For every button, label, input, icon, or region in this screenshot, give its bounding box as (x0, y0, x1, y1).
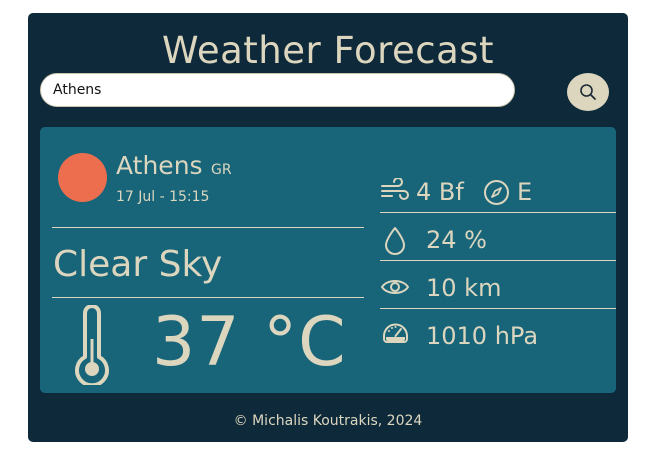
country-code: GR (211, 162, 232, 178)
compass-icon (484, 180, 509, 205)
temperature-value: 37 °C (152, 303, 347, 382)
gauge-icon (383, 323, 408, 343)
visibility-value: 10 km (426, 274, 502, 302)
sun-icon (58, 153, 107, 202)
humidity-value: 24 % (426, 226, 487, 254)
divider (52, 227, 364, 228)
page-title: Weather Forecast (161, 29, 495, 72)
wind-direction: E (517, 178, 533, 206)
weather-app: Weather Forecast Athens GR 17 Jul - 15:1… (28, 13, 628, 442)
divider (380, 212, 616, 213)
search-icon (580, 84, 596, 100)
pressure-value: 1010 hPa (426, 322, 539, 350)
search-input[interactable] (40, 73, 515, 107)
date-time: 17 Jul - 15:15 (116, 189, 210, 205)
divider (380, 260, 616, 261)
wind-speed: 4 Bf (416, 178, 464, 206)
eye-icon (381, 280, 409, 294)
water-drop-icon (385, 227, 405, 255)
weather-card: Athens GR 17 Jul - 15:15 Clear Sky 37 °C… (40, 127, 616, 393)
divider (52, 297, 364, 298)
search-button[interactable] (567, 73, 609, 111)
wind-icon (381, 178, 409, 200)
thermometer-icon (75, 305, 109, 385)
footer-copyright: © Michalis Koutrakis, 2024 (233, 413, 423, 429)
weather-condition: Clear Sky (53, 244, 223, 285)
divider (380, 308, 616, 309)
city-name: Athens (116, 151, 203, 180)
